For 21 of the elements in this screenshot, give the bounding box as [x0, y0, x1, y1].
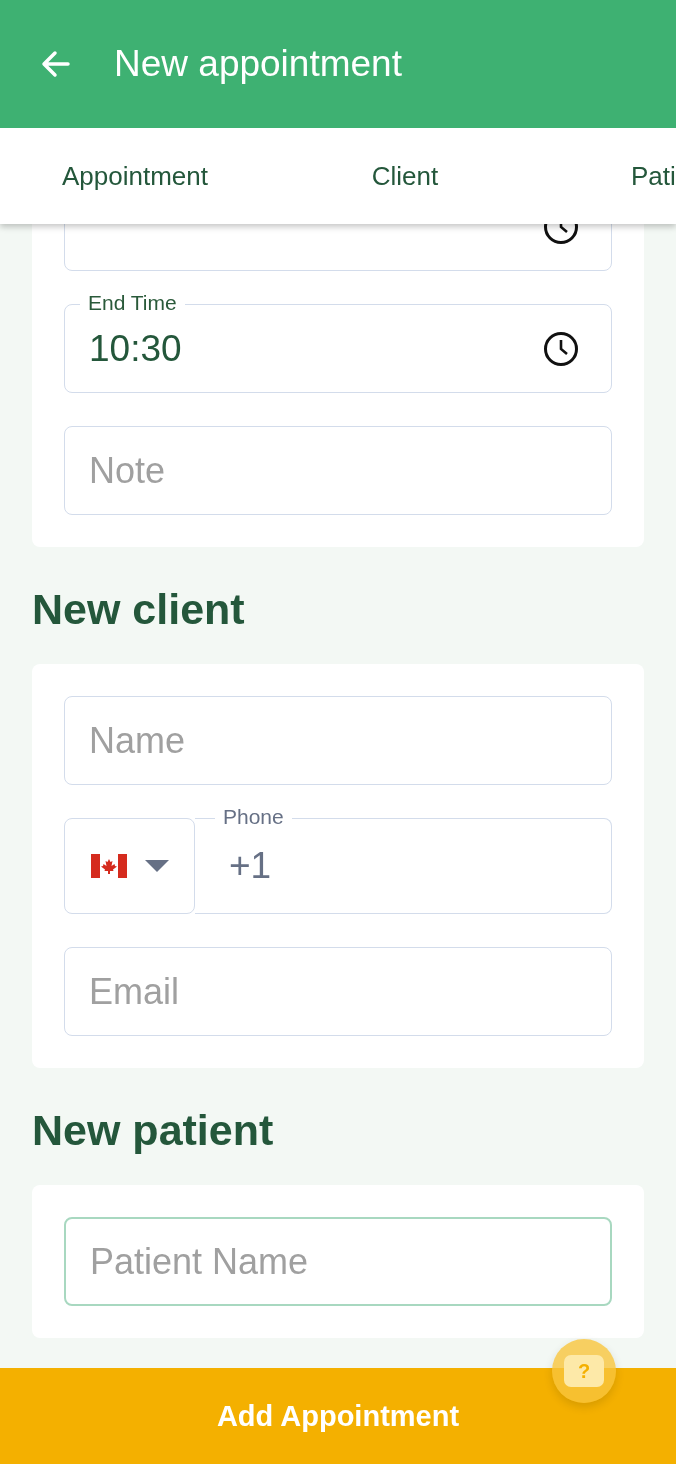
placeholder-text: Name	[89, 719, 187, 762]
tab[interactable]: Pati	[540, 128, 676, 224]
section-heading: New patient	[32, 1105, 275, 1156]
field-value: 10:30	[89, 327, 183, 370]
caret-icon	[144, 860, 169, 872]
section-heading: New client	[32, 584, 246, 635]
clock-icon[interactable]	[543, 330, 579, 367]
flag-icon	[90, 854, 127, 878]
placeholder-text: Patient Name	[90, 1240, 310, 1283]
input-field[interactable]: Note	[64, 426, 612, 515]
placeholder-text: Email	[89, 970, 181, 1013]
placeholder-text: Note	[89, 449, 167, 492]
input-field[interactable]: Patient Name	[64, 1217, 612, 1306]
tab[interactable]: Appointment	[0, 128, 270, 224]
country-select[interactable]	[64, 818, 195, 914]
chat-bubble-icon: ?	[564, 1355, 604, 1387]
input-field[interactable]: Email	[64, 947, 612, 1036]
input-field[interactable]: Name	[64, 696, 612, 785]
field-value: +1	[229, 845, 273, 887]
header-title: New appointment	[114, 43, 402, 85]
tab[interactable]: Client	[270, 128, 540, 224]
